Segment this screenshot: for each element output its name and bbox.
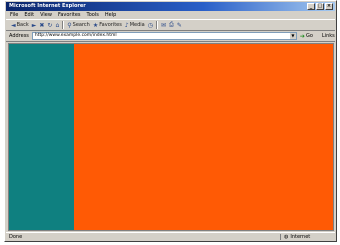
menu-favorites[interactable]: Favorites (58, 11, 81, 19)
chevron-down-icon[interactable]: ▼ (289, 33, 296, 39)
mail-icon: ✉ (160, 21, 166, 29)
page-content (8, 43, 334, 231)
toolbar-separator (155, 21, 158, 29)
go-button[interactable]: ➔ Go (300, 33, 313, 40)
menu-file[interactable]: File (10, 11, 18, 19)
maximize-button[interactable]: □ (316, 3, 324, 10)
links-button[interactable]: Links (322, 33, 335, 39)
history-button[interactable]: ◷ (148, 22, 153, 29)
back-icon: ◄ (11, 21, 16, 29)
title-bar: Microsoft Internet Explorer _ □ × (6, 2, 335, 11)
toolbar: ◄ Back ► ✖ ↻ ⌂ ⚲ Search ★ Favorites ♪ Me… (6, 19, 335, 31)
close-button[interactable]: × (325, 3, 333, 10)
back-label: Back (16, 22, 29, 28)
status-bar: Done ◍ Internet (6, 232, 335, 240)
minimize-button[interactable]: _ (307, 3, 315, 10)
search-icon: ⚲ (67, 21, 72, 29)
mail-button[interactable]: ✉ (161, 22, 166, 29)
window-controls: _ □ × (307, 3, 333, 10)
search-label: Search (72, 22, 90, 28)
address-bar: Address http://www.example.com/index.htm… (6, 31, 335, 42)
home-icon: ⌂ (55, 21, 60, 29)
edit-icon: ✎ (176, 21, 182, 29)
home-button[interactable]: ⌂ (55, 22, 59, 29)
back-button[interactable]: ◄ Back (11, 22, 29, 29)
favorites-button[interactable]: ★ Favorites (93, 22, 122, 29)
address-label: Address (9, 33, 29, 39)
menu-view[interactable]: View (40, 11, 52, 19)
main-frame (74, 44, 333, 230)
favorites-label: Favorites (99, 22, 122, 28)
zone-label: Internet (290, 233, 311, 240)
history-icon: ◷ (147, 21, 153, 29)
print-button[interactable]: ⎙ (169, 21, 174, 29)
security-zone: ◍ Internet (280, 233, 332, 240)
favorites-icon: ★ (92, 21, 99, 29)
toolbar-separator (62, 21, 65, 29)
media-icon: ♪ (124, 21, 129, 29)
menu-bar: File Edit View Favorites Tools Help (6, 11, 335, 19)
refresh-button[interactable]: ↻ (47, 22, 52, 29)
media-label: Media (129, 22, 145, 28)
stop-button[interactable]: ✖ (39, 22, 44, 29)
address-value: http://www.example.com/index.html (34, 33, 117, 38)
window-title: Microsoft Internet Explorer (9, 3, 86, 9)
go-label: Go (305, 33, 313, 39)
go-arrow-icon: ➔ (299, 32, 305, 40)
media-button[interactable]: ♪ Media (125, 22, 145, 29)
browser-window: Microsoft Internet Explorer _ □ × File E… (4, 0, 337, 242)
address-input[interactable]: http://www.example.com/index.html ▼ (31, 32, 297, 40)
stop-icon: ✖ (39, 21, 45, 29)
forward-icon: ► (31, 21, 37, 29)
menu-tools[interactable]: Tools (87, 11, 99, 19)
edit-button[interactable]: ✎ (177, 22, 182, 29)
menu-edit[interactable]: Edit (24, 11, 34, 19)
status-text: Done (9, 233, 23, 240)
search-button[interactable]: ⚲ Search (67, 22, 90, 29)
print-icon: ⎙ (169, 21, 174, 28)
globe-icon: ◍ (284, 233, 289, 240)
refresh-icon: ↻ (47, 21, 53, 29)
forward-button[interactable]: ► (32, 22, 37, 29)
menu-help[interactable]: Help (105, 11, 116, 19)
left-frame (9, 44, 74, 230)
